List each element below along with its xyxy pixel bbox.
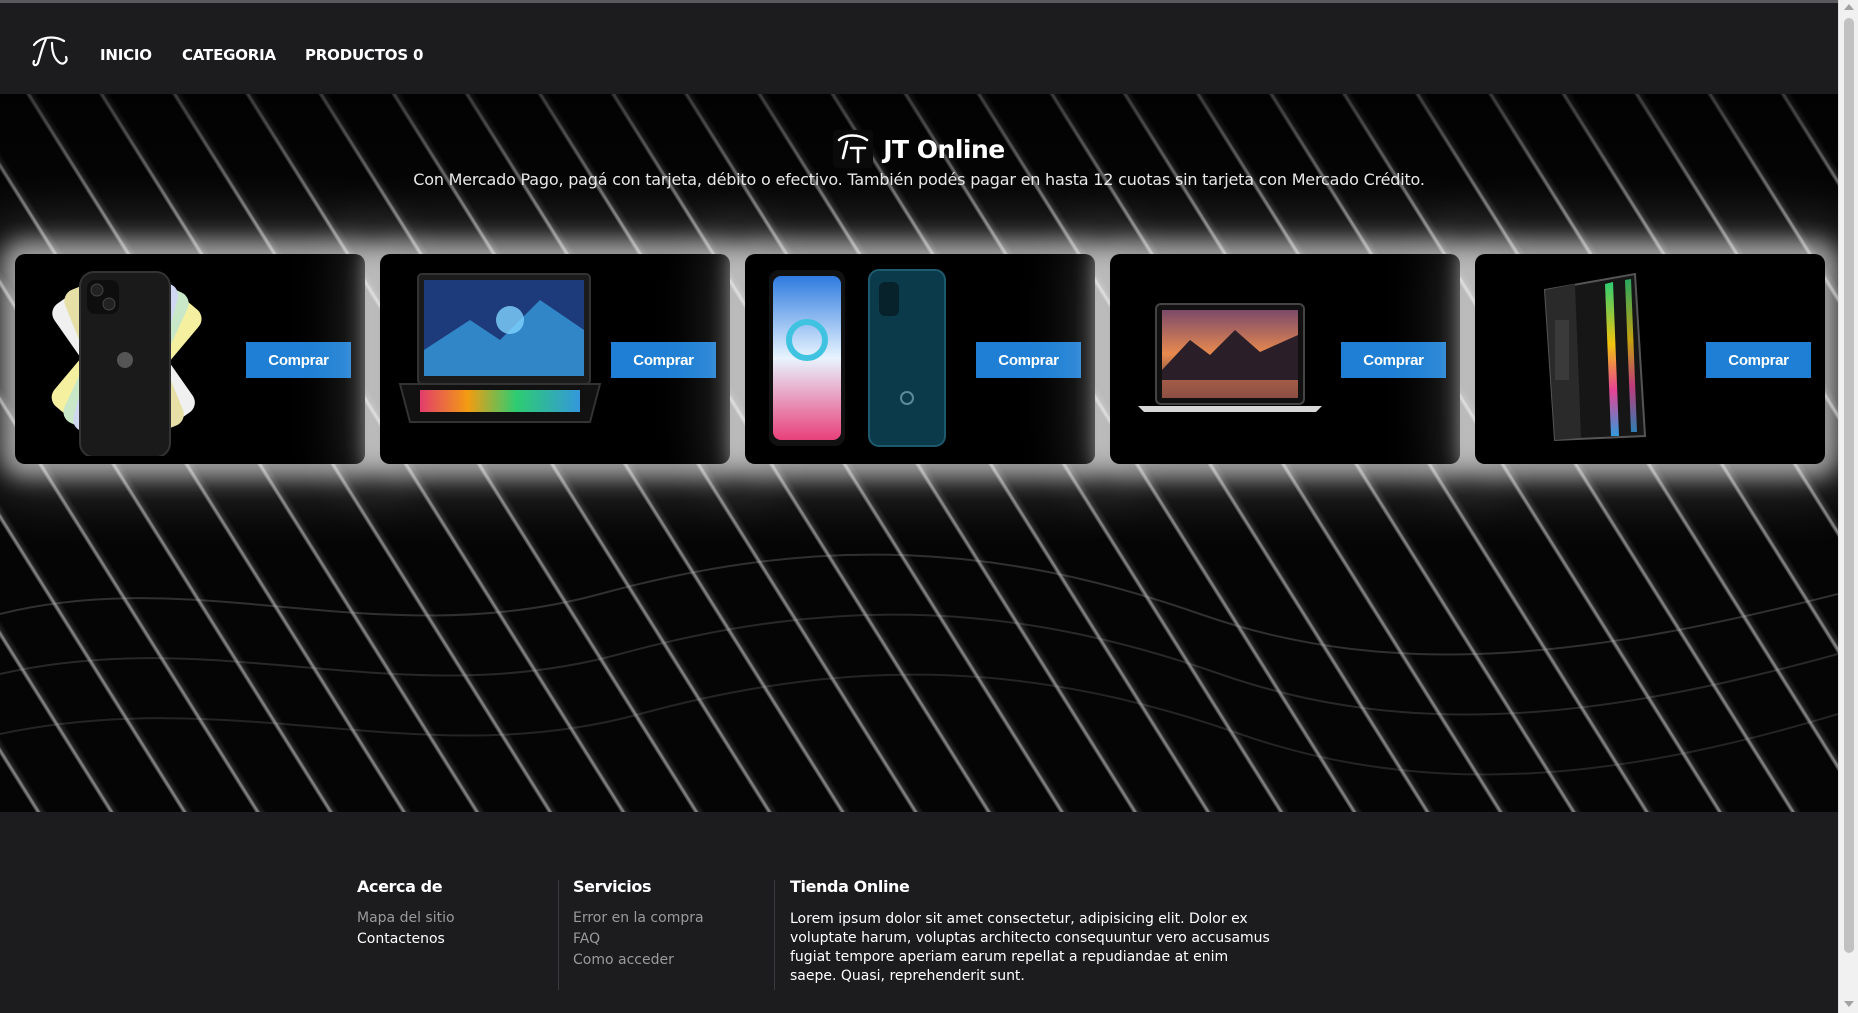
hero-heading: JT Online bbox=[0, 124, 1838, 174]
footer-link-contact[interactable]: Contactenos bbox=[357, 931, 455, 947]
footer-services-title: Servicios bbox=[573, 877, 652, 896]
buy-button[interactable]: Comprar bbox=[1341, 342, 1446, 378]
hero-subtitle: Con Mercado Pago, pagá con tarjeta, débi… bbox=[413, 170, 1425, 189]
footer-store-title: Tienda Online bbox=[790, 877, 910, 896]
alcatel-phones-image bbox=[769, 269, 946, 447]
page-scrollbar[interactable] bbox=[1838, 0, 1858, 1013]
buy-button[interactable]: Comprar bbox=[611, 342, 716, 378]
footer-link-faq[interactable]: FAQ bbox=[573, 931, 704, 947]
footer-link-access[interactable]: Como acceder bbox=[573, 952, 704, 968]
footer-about-title: Acerca de bbox=[357, 877, 443, 896]
scroll-up-icon[interactable] bbox=[1844, 4, 1854, 10]
footer-services: Servicios Error en la compra FAQ Como ac… bbox=[573, 877, 704, 973]
product-card: Comprar bbox=[380, 254, 730, 464]
navbar: INICIO CATEGORIA PRODUCTOS 0 bbox=[0, 3, 1838, 94]
product-card: Comprar bbox=[1110, 254, 1460, 464]
gaming-laptop-image bbox=[398, 273, 602, 423]
pc-tower-image bbox=[1543, 272, 1647, 442]
product-card: Comprar bbox=[15, 254, 365, 464]
footer-store-text: Lorem ipsum dolor sit amet consectetur, … bbox=[790, 911, 1270, 984]
buy-button[interactable]: Comprar bbox=[1706, 342, 1811, 378]
jt-signature-logo-icon[interactable] bbox=[30, 33, 70, 71]
buy-button[interactable]: Comprar bbox=[976, 342, 1081, 378]
scroll-down-icon[interactable] bbox=[1844, 1001, 1854, 1007]
scroll-thumb[interactable] bbox=[1844, 18, 1854, 953]
macbook-laptop-image bbox=[1138, 303, 1322, 412]
page: INICIO CATEGORIA PRODUCTOS 0 JT Online C… bbox=[0, 0, 1838, 1013]
nav-link-inicio[interactable]: INICIO bbox=[100, 46, 152, 64]
footer-store: Tienda Online Lorem ipsum dolor sit amet… bbox=[790, 877, 1270, 986]
footer-link-sitemap[interactable]: Mapa del sitio bbox=[357, 910, 455, 926]
product-card: Comprar bbox=[745, 254, 1095, 464]
jt-logo-icon bbox=[833, 130, 874, 168]
footer-link-purchase-error[interactable]: Error en la compra bbox=[573, 910, 704, 926]
footer: Acerca de Mapa del sitio Contactenos Ser… bbox=[0, 812, 1838, 1013]
product-card: Comprar bbox=[1475, 254, 1825, 464]
footer-about: Acerca de Mapa del sitio Contactenos bbox=[357, 877, 455, 952]
nav-link-productos[interactable]: PRODUCTOS 0 bbox=[305, 46, 423, 64]
buy-button[interactable]: Comprar bbox=[246, 342, 351, 378]
hero-banner: JT Online Con Mercado Pago, pagá con tar… bbox=[0, 94, 1838, 812]
hero-title: JT Online bbox=[883, 134, 1005, 164]
iphone-colors-image bbox=[51, 271, 202, 456]
footer-divider bbox=[558, 880, 559, 990]
footer-divider bbox=[774, 880, 775, 990]
nav-link-categoria[interactable]: CATEGORIA bbox=[182, 46, 276, 64]
